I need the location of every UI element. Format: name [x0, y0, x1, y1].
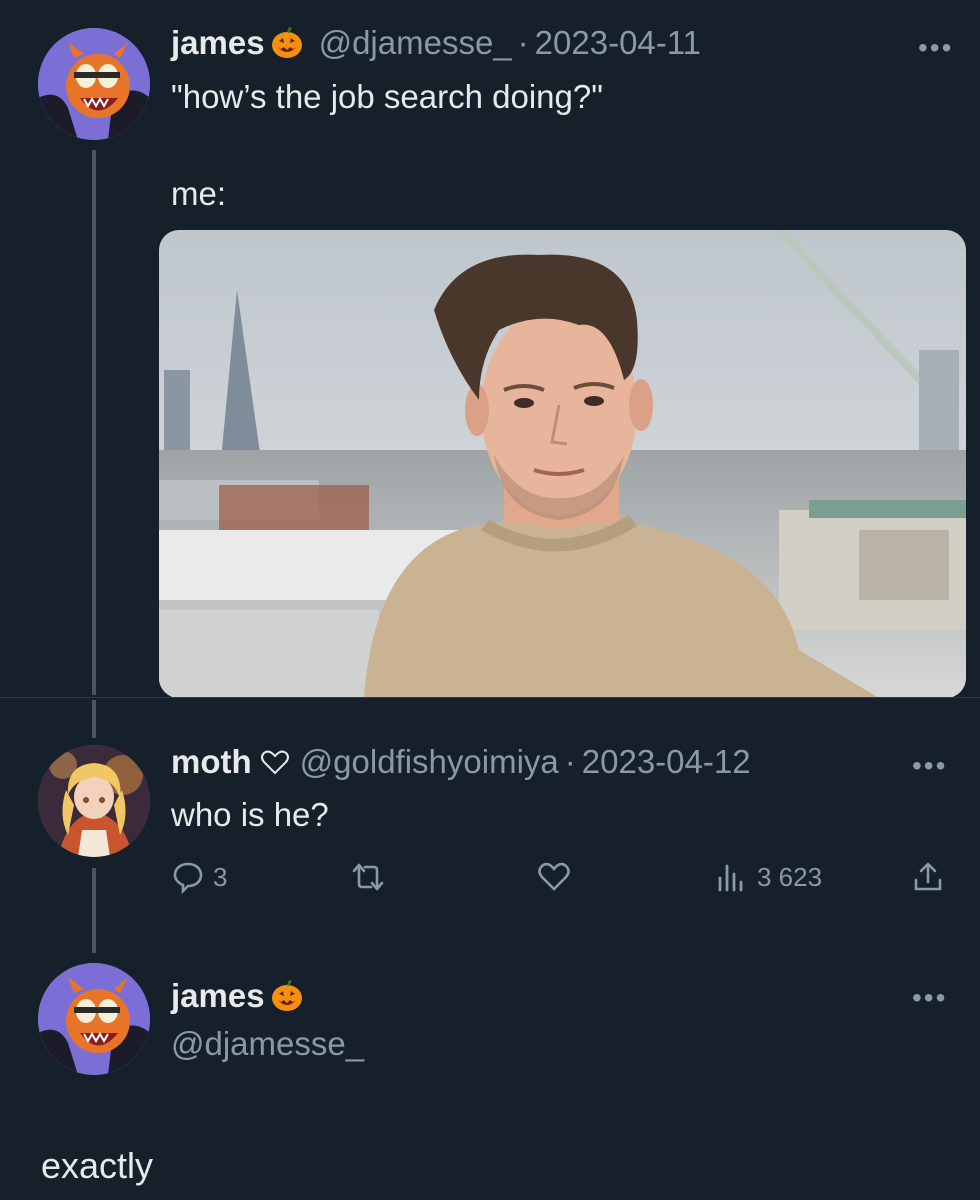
- views-icon: [715, 860, 749, 894]
- more-options-icon[interactable]: •••: [912, 982, 947, 1014]
- avatar-image: [38, 745, 150, 857]
- reply-icon: [171, 860, 205, 894]
- action-bar: 3 3 623: [171, 858, 961, 902]
- avatar-image: [38, 963, 150, 1075]
- retweet-button[interactable]: [351, 860, 393, 894]
- tweet-text: exactly: [41, 1145, 154, 1186]
- avatar-moth[interactable]: [38, 745, 150, 857]
- pumpkin-icon: [269, 25, 305, 61]
- display-name[interactable]: james: [171, 24, 265, 62]
- pumpkin-icon: [269, 978, 305, 1014]
- display-name[interactable]: moth: [171, 743, 252, 781]
- photo-image: [159, 230, 966, 698]
- thread-line: [92, 700, 96, 738]
- handle[interactable]: @djamesse_: [319, 24, 512, 62]
- separator: ·: [517, 24, 529, 61]
- reply-button[interactable]: 3: [171, 860, 227, 894]
- reply-text: who is he?: [171, 796, 329, 833]
- tweet-photo[interactable]: [159, 230, 966, 698]
- more-options-icon[interactable]: •••: [912, 750, 947, 782]
- more-options-icon[interactable]: •••: [918, 32, 953, 64]
- avatar-image: [38, 28, 150, 140]
- tweet-header: james: [171, 977, 305, 1015]
- handle[interactable]: @goldfishyoimiya: [300, 743, 559, 781]
- white-heart-icon: [260, 747, 290, 777]
- tweet-text-line1: "how’s the job search doing?": [171, 78, 603, 115]
- tweet-text-line2: me:: [171, 175, 227, 212]
- reply-header: moth @goldfishyoimiya · 2023-04-12: [171, 743, 751, 781]
- avatar-james[interactable]: [38, 28, 150, 140]
- retweet-icon: [351, 860, 385, 894]
- display-name[interactable]: james: [171, 977, 265, 1015]
- avatar-james[interactable]: [38, 963, 150, 1075]
- screenshot: james @djamesse_ · 2023-04-11 ••• "how’s…: [0, 0, 980, 1200]
- views-button[interactable]: 3 623: [715, 860, 822, 894]
- tweet-divider: [0, 697, 980, 698]
- view-count: 3 623: [757, 861, 823, 892]
- tweet-header: james @djamesse_ · 2023-04-11: [171, 24, 701, 62]
- timestamp[interactable]: 2023-04-12: [582, 743, 751, 781]
- timestamp[interactable]: 2023-04-11: [535, 24, 701, 62]
- handle[interactable]: @djamesse_: [171, 1025, 364, 1063]
- reply-count: 3: [213, 861, 228, 892]
- share-button[interactable]: [911, 860, 945, 894]
- heart-icon: [537, 860, 571, 894]
- thread-line: [92, 150, 96, 695]
- thread-line: [92, 868, 96, 953]
- like-button[interactable]: [537, 860, 579, 894]
- share-icon: [911, 860, 945, 894]
- separator: ·: [564, 743, 576, 780]
